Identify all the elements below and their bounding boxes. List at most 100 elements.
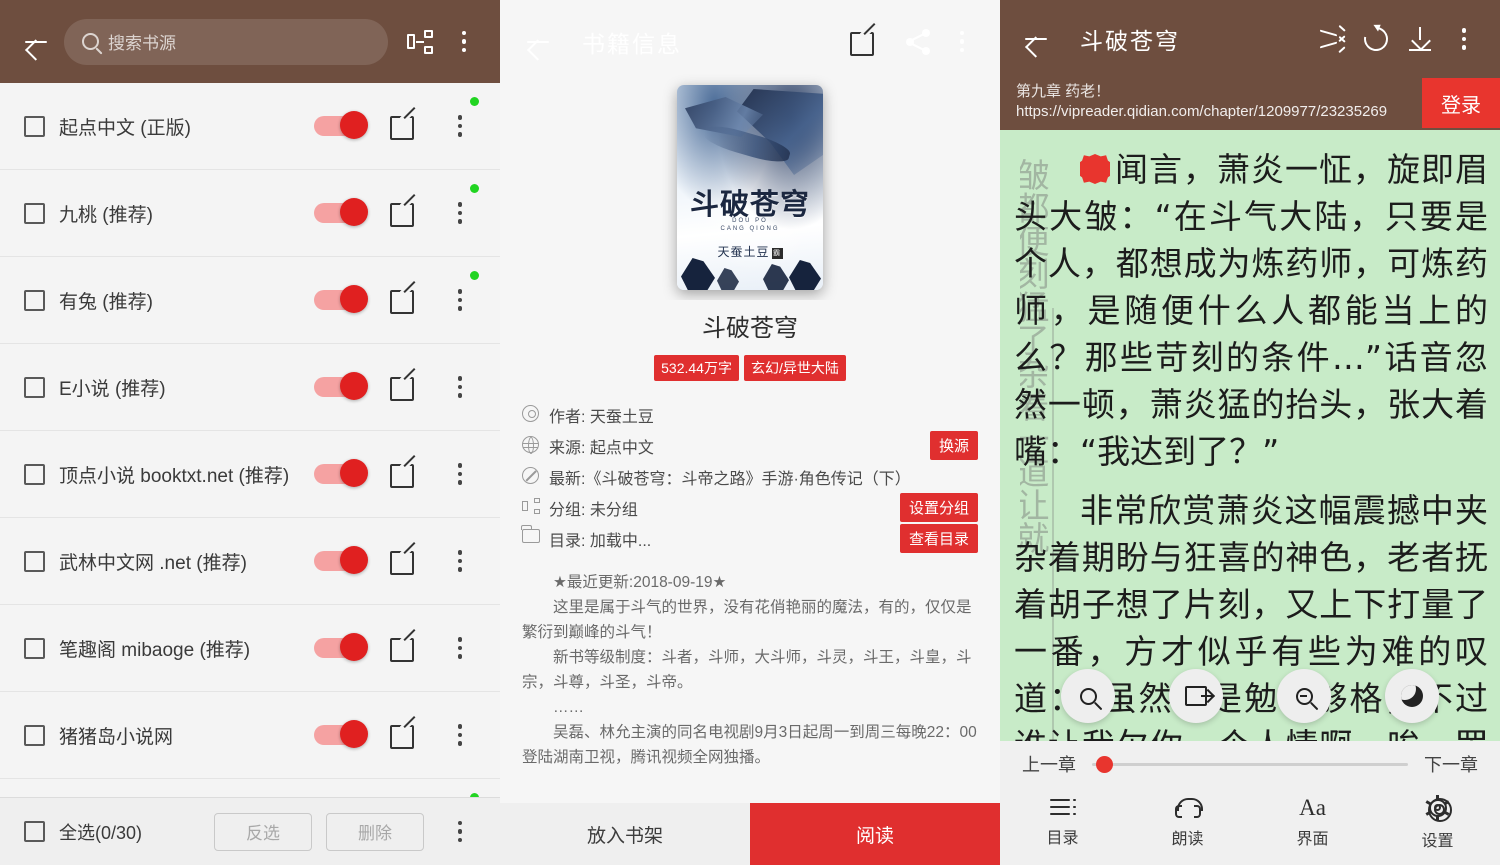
reader-overflow-menu-button[interactable] <box>1442 17 1486 61</box>
back-arrow-icon <box>1023 26 1049 52</box>
next-chapter-button[interactable]: 下一章 <box>1424 751 1478 777</box>
slider-thumb[interactable] <box>1096 755 1114 773</box>
source-checkbox[interactable] <box>24 637 45 659</box>
back-button[interactable] <box>516 20 560 64</box>
floating-action-buttons <box>1000 669 1500 723</box>
book-tags: 532.44万字 玄幻/异世大陆 <box>522 355 978 381</box>
source-checkbox[interactable] <box>24 202 45 224</box>
source-overflow-menu-button[interactable] <box>438 365 482 409</box>
source-checkbox[interactable] <box>24 376 45 398</box>
delete-button[interactable]: 删除 <box>326 812 424 851</box>
source-row[interactable]: 顶点小说 booktxt.net (推荐) <box>0 431 500 518</box>
login-button[interactable]: 登录 <box>1422 78 1500 128</box>
source-overflow-menu-button[interactable] <box>438 278 482 322</box>
source-overflow-menu-button[interactable] <box>438 626 482 670</box>
source-enable-toggle[interactable] <box>314 285 368 313</box>
source-overflow-menu-button[interactable] <box>438 713 482 757</box>
source-enable-toggle[interactable] <box>314 198 368 226</box>
source-row[interactable]: 九桃 (推荐) <box>0 170 500 257</box>
cover-pinyin: DOU PO CANG QIONG <box>720 218 780 232</box>
font-aa-icon: Aa <box>1299 794 1326 820</box>
source-enable-toggle[interactable] <box>314 633 368 661</box>
edit-icon[interactable] <box>390 723 414 749</box>
read-button[interactable]: 阅读 <box>750 803 1000 865</box>
footer-overflow-menu-button[interactable] <box>438 810 482 854</box>
overflow-menu-icon <box>461 30 467 53</box>
overflow-menu-icon <box>457 724 463 746</box>
source-row[interactable]: 起点中文 (正版) <box>0 83 500 170</box>
overflow-menu-icon <box>457 637 463 659</box>
source-row[interactable]: 笔趣阁 mibaoge (推荐) <box>0 605 500 692</box>
book-meta-label: 来源: 起点中文 <box>549 439 654 457</box>
edit-icon[interactable] <box>390 636 414 662</box>
source-checkbox[interactable] <box>24 724 45 746</box>
source-row[interactable]: 武林中文网 .net (推荐) <box>0 518 500 605</box>
overflow-menu-icon <box>457 820 463 843</box>
night-mode-button[interactable] <box>1385 669 1439 723</box>
source-row[interactable]: E小说 (推荐) <box>0 344 500 431</box>
overflow-menu-icon <box>457 463 463 485</box>
book-meta-action-button[interactable]: 查看目录 <box>899 524 978 553</box>
chapter-progress-slider[interactable] <box>1092 754 1408 774</box>
edit-icon[interactable] <box>390 114 414 140</box>
globe-icon <box>522 436 541 455</box>
group-icon <box>522 498 541 517</box>
book-meta-action-button[interactable]: 设置分组 <box>899 493 978 522</box>
book-meta-label: 作者: 天蚕土豆 <box>549 408 654 426</box>
search-placeholder: 搜索书源 <box>108 34 176 53</box>
source-checkbox[interactable] <box>24 289 45 311</box>
reader-tab-设置[interactable]: 设置 <box>1375 787 1500 859</box>
source-row[interactable] <box>0 779 500 797</box>
status-dot <box>470 97 479 106</box>
back-button[interactable] <box>1014 17 1058 61</box>
source-checkbox[interactable] <box>24 550 45 572</box>
source-row[interactable]: 有兔 (推荐) <box>0 257 500 344</box>
book-info-header: 书籍信息 <box>500 0 1000 83</box>
source-list[interactable]: 起点中文 (正版) 九桃 (推荐) 有兔 (推荐) E小说 (推荐) 顶点小说 book… <box>0 83 500 797</box>
source-overflow-menu-button[interactable] <box>438 104 482 148</box>
refresh-button[interactable] <box>1354 17 1398 61</box>
reader-tab-目录[interactable]: 目录 <box>1000 787 1125 859</box>
reader-tab-朗读[interactable]: 朗读 <box>1125 787 1250 859</box>
book-cover[interactable]: 斗破苍穹 DOU PO CANG QIONG 天蚕土豆霸 <box>677 85 823 290</box>
search-input[interactable]: 搜索书源 <box>64 18 388 65</box>
reader-content[interactable]: 皱都便刻猛了杂着一道让就 A闻言，萧炎一怔，旋即眉头大皱：“在斗气大陆，只要是个… <box>1000 130 1500 741</box>
overflow-menu-icon <box>457 289 463 311</box>
source-overflow-menu-button[interactable] <box>438 539 482 583</box>
source-group-button[interactable] <box>398 20 442 64</box>
edit-icon[interactable] <box>390 288 414 314</box>
source-overflow-menu-button[interactable] <box>438 191 482 235</box>
edit-icon[interactable] <box>390 375 414 401</box>
edit-icon[interactable] <box>390 201 414 227</box>
book-overflow-menu-button[interactable] <box>940 20 984 64</box>
source-enable-toggle[interactable] <box>314 459 368 487</box>
book-meta-action-button[interactable]: 换源 <box>929 431 978 460</box>
select-all-label: 全选(0/30) <box>59 822 143 843</box>
edit-icon[interactable] <box>390 462 414 488</box>
exit-reader-button[interactable] <box>1169 669 1223 723</box>
edit-book-button[interactable] <box>850 20 896 64</box>
source-enable-toggle[interactable] <box>314 546 368 574</box>
shuffle-source-button[interactable] <box>1310 17 1354 61</box>
invert-selection-button[interactable]: 反选 <box>214 812 312 851</box>
source-checkbox[interactable] <box>24 463 45 485</box>
reader-tab-界面[interactable]: Aa 界面 <box>1250 787 1375 859</box>
source-row[interactable]: 猪猪岛小说网 <box>0 692 500 779</box>
zoom-in-button[interactable] <box>1061 669 1115 723</box>
select-all-checkbox[interactable] <box>24 821 45 842</box>
page-title: 书籍信息 <box>582 30 682 57</box>
source-name: 九桃 (推荐) <box>59 204 153 226</box>
add-to-shelf-button[interactable]: 放入书架 <box>500 803 750 865</box>
download-button[interactable] <box>1398 17 1442 61</box>
zoom-out-button[interactable] <box>1277 669 1331 723</box>
share-button[interactable] <box>896 20 940 64</box>
source-enable-toggle[interactable] <box>314 111 368 139</box>
source-enable-toggle[interactable] <box>314 720 368 748</box>
source-overflow-menu-button[interactable] <box>438 452 482 496</box>
prev-chapter-button[interactable]: 上一章 <box>1022 751 1076 777</box>
source-overflow-menu-button[interactable] <box>442 20 486 64</box>
source-enable-toggle[interactable] <box>314 372 368 400</box>
back-button[interactable] <box>14 20 58 64</box>
source-checkbox[interactable] <box>24 115 45 137</box>
edit-icon[interactable] <box>390 549 414 575</box>
